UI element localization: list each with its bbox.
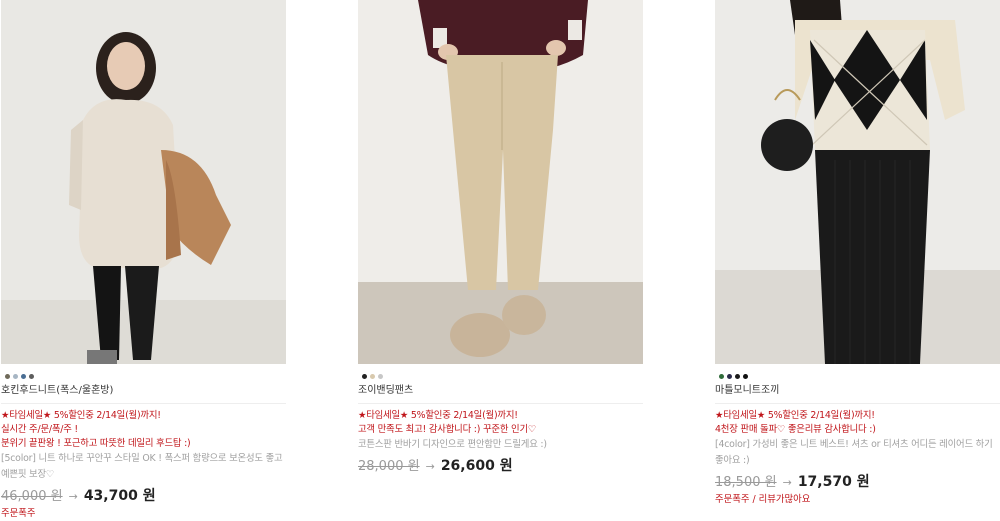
promo-line: 실시간 주/문/폭/주 ! [1,424,78,435]
product-description: [5color] 니트 하나로 꾸안꾸 스타일 OK ! 폭스퍼 함량으로 보온… [1,453,283,480]
divider [1,403,286,404]
original-price: 46,000 원 [1,489,63,504]
promo-line: 분위기 끝판왕 ! 포근하고 따뜻한 데일리 후드탑 :) [1,438,191,449]
color-swatches [358,369,643,383]
sale-price: 26,600 원 [440,458,513,474]
color-swatch[interactable] [21,373,26,379]
color-swatches [715,369,1000,383]
promo-line: 고객 만족도 최고! 감사합니다 :) 꾸준한 인기♡ [358,424,537,435]
arrow-icon: → [425,460,435,473]
product-card[interactable]: 마틀모니트조끼 ★타임세일★ 5%할인중 2/14일(월)까지! 4천장 판매 … [715,0,1000,507]
color-swatch[interactable] [5,373,10,379]
promo-line: 4천장 판매 돌파♡ 좋은리뷰 감사합니다 :) [715,424,876,435]
color-swatch[interactable] [370,373,375,379]
color-swatch[interactable] [29,373,34,379]
arrow-icon: → [68,490,78,503]
divider [358,403,643,404]
product-name[interactable]: 마틀모니트조끼 [715,383,1000,399]
sale-price: 43,700 원 [83,488,156,504]
color-swatch[interactable] [13,373,18,379]
color-swatch[interactable] [727,373,732,379]
product-description: 코튼스판 반바기 디자인으로 편안함만 드릴게요 :) [358,439,547,450]
review-badge: 주문폭주 [1,508,36,519]
color-swatch[interactable] [378,373,383,379]
promo-line: ★타임세일★ 5%할인중 2/14일(월)까지! [1,410,161,421]
price-row: 18,500 원 → 17,570 원 [715,471,1000,493]
product-name[interactable]: 조이밴딩팬츠 [358,383,643,399]
color-swatch[interactable] [743,373,748,379]
original-price: 28,000 원 [358,459,420,474]
product-description: [4color] 가성비 좋은 니트 베스트! 셔츠 or 티셔츠 어디든 레이… [715,439,993,466]
color-swatch[interactable] [735,373,740,379]
color-swatches [1,369,286,383]
promo-line: ★타임세일★ 5%할인중 2/14일(월)까지! [358,410,518,421]
product-image[interactable] [1,0,286,364]
product-card[interactable]: 호킨후드니트(폭스/울혼방) ★타임세일★ 5%할인중 2/14일(월)까지! … [1,0,286,521]
product-name[interactable]: 호킨후드니트(폭스/울혼방) [1,383,286,399]
product-image[interactable] [358,0,643,364]
promo-line: ★타임세일★ 5%할인중 2/14일(월)까지! [715,410,875,421]
divider [715,403,1000,404]
price-row: 46,000 원 → 43,700 원 [1,485,286,507]
color-swatch[interactable] [362,373,367,379]
original-price: 18,500 원 [715,475,777,490]
price-row: 28,000 원 → 26,600 원 [358,455,643,477]
product-card[interactable]: 조이밴딩팬츠 ★타임세일★ 5%할인중 2/14일(월)까지! 고객 만족도 최… [358,0,643,477]
color-swatch[interactable] [719,373,724,379]
review-badge: 주문폭주 / 리뷰가많아요 [715,494,811,505]
sale-price: 17,570 원 [797,474,870,490]
arrow-icon: → [782,476,792,489]
product-image[interactable] [715,0,1000,364]
